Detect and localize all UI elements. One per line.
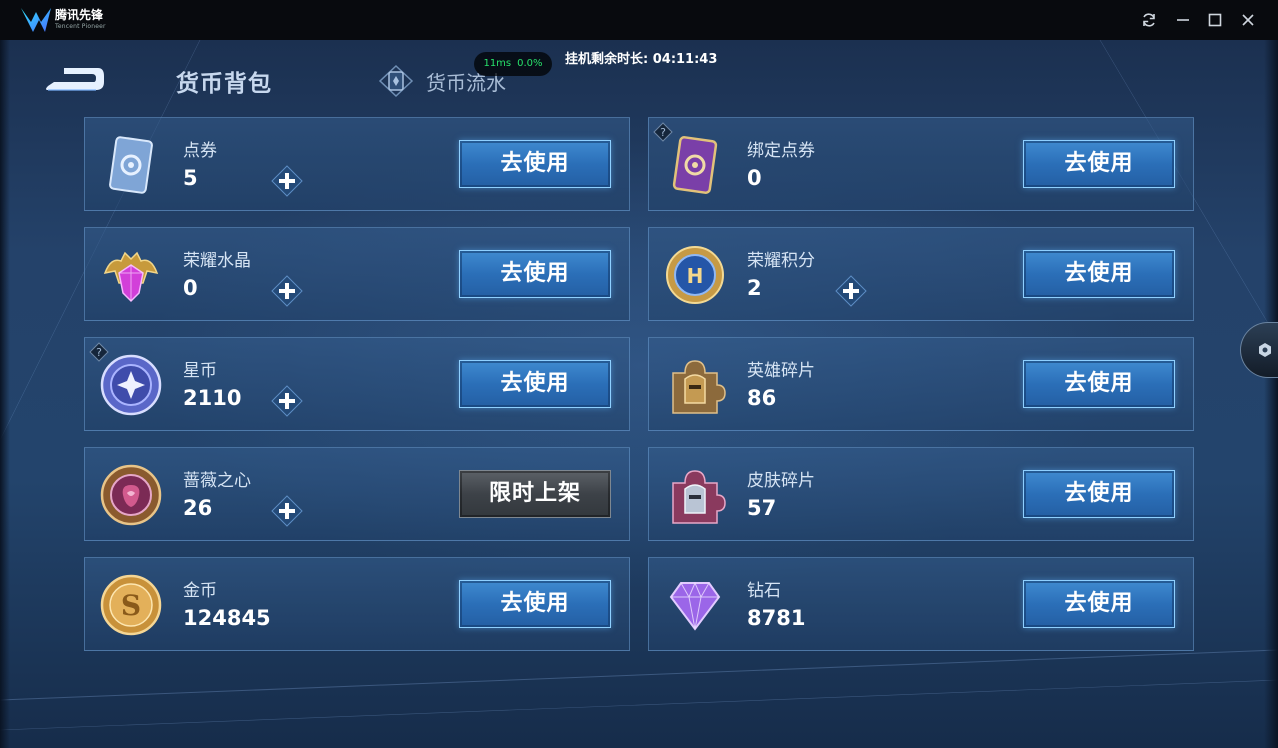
currency-name: 钻石 xyxy=(747,581,781,601)
use-button[interactable]: 去使用 xyxy=(459,580,611,628)
network-status-pill: 11ms 0.0% xyxy=(474,52,552,76)
currency-value: 8781 xyxy=(747,606,806,630)
svg-text:H: H xyxy=(687,264,704,288)
currency-name: 绑定点券 xyxy=(747,141,815,161)
use-button[interactable]: 去使用 xyxy=(459,250,611,298)
use-button[interactable]: 去使用 xyxy=(459,360,611,408)
bound-voucher-card-icon xyxy=(672,136,718,194)
currency-value: 124845 xyxy=(183,606,271,630)
currency-value: 5 xyxy=(183,166,198,190)
svg-text:S: S xyxy=(121,589,141,622)
refresh-button[interactable] xyxy=(1138,9,1160,31)
currency-card-glory-crystal: 荣耀水晶 0 去使用 xyxy=(84,227,630,321)
hexagon-icon xyxy=(1259,343,1271,357)
currency-card-rose-heart: 蔷薇之心 26 限时上架 xyxy=(84,447,630,541)
app-subtitle: Tencent Pioneer xyxy=(55,23,106,30)
app-name: 腾讯先锋 xyxy=(55,8,104,22)
use-button[interactable]: 去使用 xyxy=(459,140,611,188)
currency-card-glory-points: H 荣耀积分 2 去使用 xyxy=(648,227,1194,321)
ping-value: 11ms xyxy=(483,58,512,69)
use-button[interactable]: 去使用 xyxy=(1023,140,1175,188)
currency-card-voucher: 点券 5 去使用 xyxy=(84,117,630,211)
currency-name: 星币 xyxy=(183,361,217,381)
plus-icon[interactable] xyxy=(271,275,303,307)
currency-card-gold-coin: S 金币 124845 去使用 xyxy=(84,557,630,651)
refresh-icon xyxy=(1143,13,1155,27)
window-titlebar: 腾讯先锋 Tencent Pioneer xyxy=(0,0,1278,40)
loss-value: 0.0% xyxy=(517,58,543,69)
left-edge-shade xyxy=(0,40,10,748)
back-arrow-icon[interactable] xyxy=(40,60,108,98)
currency-value: 57 xyxy=(747,496,777,520)
close-icon xyxy=(1242,14,1254,26)
hero-fragment-icon xyxy=(672,360,726,414)
currency-value: 0 xyxy=(747,166,762,190)
currency-name: 皮肤碎片 xyxy=(747,471,815,491)
currency-value: 2 xyxy=(747,276,762,300)
plus-icon[interactable] xyxy=(271,495,303,527)
currency-name: 金币 xyxy=(183,581,217,601)
currency-name: 点券 xyxy=(183,141,217,161)
game-viewport: 货币背包 货币流水 11ms 0.0% 挂机剩余时长: 04:11:43 点券 5… xyxy=(0,40,1278,748)
rose-heart-icon xyxy=(100,464,162,526)
currency-value: 26 xyxy=(183,496,213,520)
limited-time-button[interactable]: 限时上架 xyxy=(459,470,611,518)
currency-flow-icon[interactable] xyxy=(378,64,414,98)
currency-value: 0 xyxy=(183,276,198,300)
plus-icon[interactable] xyxy=(271,165,303,197)
use-button[interactable]: 去使用 xyxy=(1023,580,1175,628)
use-button[interactable]: 去使用 xyxy=(1023,360,1175,408)
currency-value: 2110 xyxy=(183,386,242,410)
idle-time-remaining: 挂机剩余时长: 04:11:43 xyxy=(565,52,718,67)
right-edge-shade xyxy=(1264,40,1278,748)
diamond-icon xyxy=(669,581,721,631)
side-panel-handle[interactable] xyxy=(1240,322,1278,378)
star-coin-icon xyxy=(100,354,162,416)
glory-points-icon: H xyxy=(666,246,724,304)
currency-name: 蔷薇之心 xyxy=(183,471,251,491)
currency-card-diamond: 钻石 8781 去使用 xyxy=(648,557,1194,651)
minimize-button[interactable] xyxy=(1172,9,1194,31)
close-button[interactable] xyxy=(1237,9,1259,31)
tab-currency-bag[interactable]: 货币背包 xyxy=(176,64,272,98)
currency-card-star-coin: ? 星币 2110 去使用 xyxy=(84,337,630,431)
currency-card-skin-fragment: 皮肤碎片 57 去使用 xyxy=(648,447,1194,541)
use-button[interactable]: 去使用 xyxy=(1023,470,1175,518)
gold-coin-icon: S xyxy=(100,574,162,636)
maximize-button[interactable] xyxy=(1204,9,1226,31)
currency-card-bound-voucher: ? 绑定点券 0 去使用 xyxy=(648,117,1194,211)
minimize-icon xyxy=(1177,19,1189,21)
currency-name: 英雄碎片 xyxy=(747,361,815,381)
skin-fragment-icon xyxy=(672,470,726,524)
app-logo-icon xyxy=(21,8,51,32)
glory-crystal-icon xyxy=(103,251,159,303)
currency-value: 86 xyxy=(747,386,777,410)
currency-name: 荣耀水晶 xyxy=(183,251,251,271)
use-button[interactable]: 去使用 xyxy=(1023,250,1175,298)
currency-name: 荣耀积分 xyxy=(747,251,815,271)
maximize-icon xyxy=(1208,13,1222,27)
currency-card-hero-fragment: 英雄碎片 86 去使用 xyxy=(648,337,1194,431)
voucher-card-icon xyxy=(109,136,153,194)
plus-icon[interactable] xyxy=(835,275,867,307)
plus-icon[interactable] xyxy=(271,385,303,417)
